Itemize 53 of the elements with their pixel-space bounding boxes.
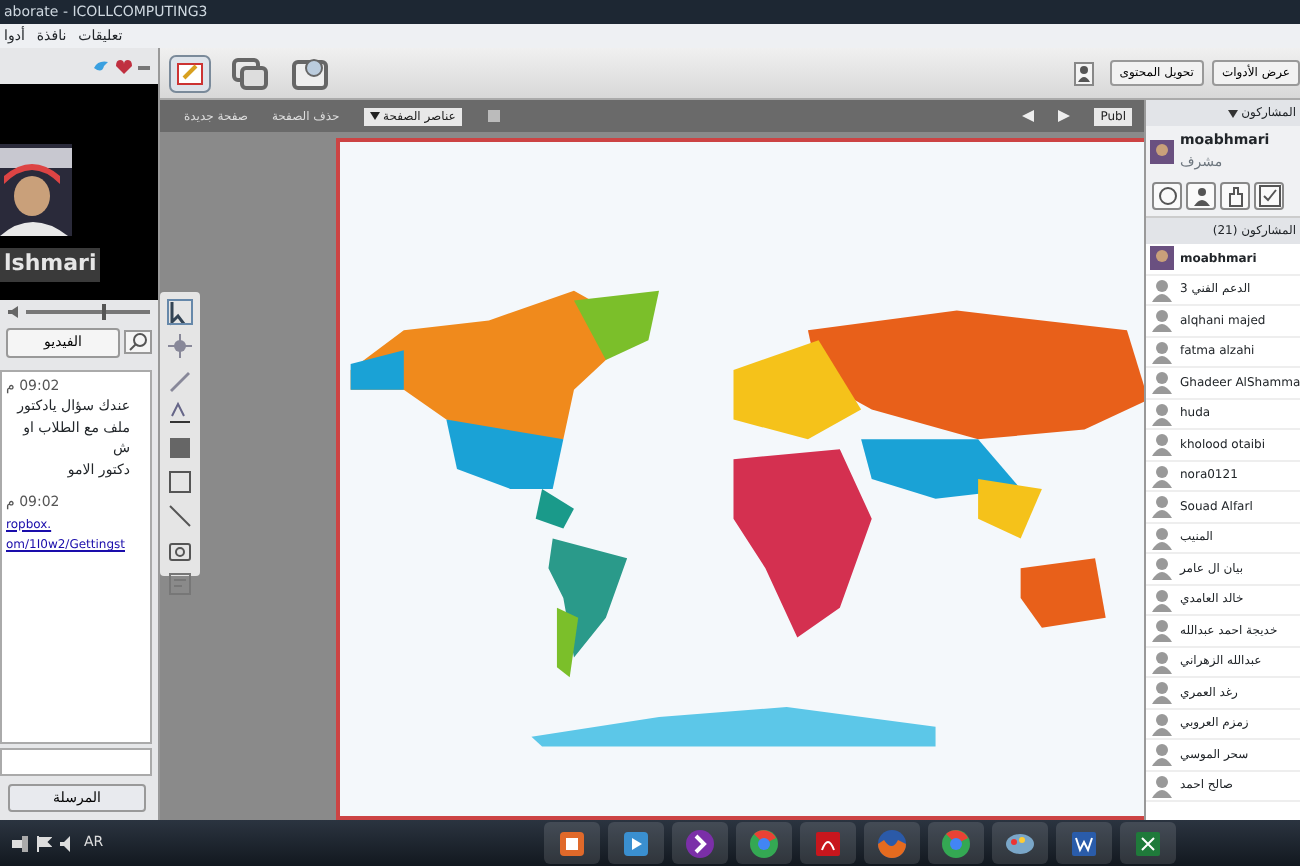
- caret-icon: [369, 112, 380, 120]
- clipboard-icon[interactable]: [166, 570, 194, 598]
- emoticon-button[interactable]: [1152, 182, 1182, 210]
- avatar-icon: [1150, 139, 1174, 163]
- person-icon: [1150, 649, 1174, 674]
- caret-icon[interactable]: [1227, 109, 1238, 117]
- next-icon[interactable]: [1058, 110, 1071, 122]
- select-icon[interactable]: [166, 298, 194, 326]
- person-icon: [1150, 618, 1174, 643]
- volume-icon[interactable]: [60, 835, 76, 851]
- person-icon[interactable]: [1073, 61, 1094, 85]
- chat-input[interactable]: [0, 747, 152, 775]
- flag-icon[interactable]: [36, 835, 52, 851]
- taskbar-app-button[interactable]: [1119, 822, 1176, 864]
- person-icon: [1150, 587, 1174, 612]
- taskbar-app-button[interactable]: [607, 822, 664, 864]
- check-button[interactable]: [1254, 182, 1284, 210]
- speaker-icon: [8, 306, 20, 318]
- person-icon: [1150, 494, 1174, 519]
- line-icon[interactable]: [166, 502, 194, 530]
- taskbar-app-button[interactable]: [1055, 822, 1112, 864]
- rectangle-icon[interactable]: [166, 468, 194, 496]
- text-icon[interactable]: [166, 400, 194, 428]
- minimize-icon[interactable]: [138, 60, 150, 72]
- person-icon: [1150, 463, 1174, 488]
- windows-icon[interactable]: [228, 53, 272, 93]
- avatar-icon: [1150, 246, 1174, 271]
- person-icon: [1150, 773, 1174, 798]
- slider-thumb[interactable]: [102, 304, 107, 320]
- taskbar-app-button[interactable]: [543, 822, 600, 864]
- video-name-label: lshmari: [0, 248, 101, 281]
- person-icon: [1150, 370, 1174, 395]
- filled-rectangle-icon[interactable]: [166, 434, 194, 462]
- person-icon: [1150, 525, 1174, 550]
- whiteboard-icon[interactable]: [168, 53, 212, 93]
- zoom-icon[interactable]: [124, 330, 152, 355]
- person-icon: [1150, 339, 1174, 364]
- person-icon: [1150, 401, 1174, 426]
- taskbar-app-button[interactable]: [671, 822, 728, 864]
- heart-icon[interactable]: [116, 59, 132, 73]
- network-icon[interactable]: [12, 835, 28, 851]
- person-icon: [1150, 680, 1174, 705]
- person-icon: [1150, 556, 1174, 581]
- hand-button[interactable]: [1220, 182, 1250, 210]
- person-button[interactable]: [1186, 182, 1216, 210]
- person-icon: [1150, 308, 1174, 333]
- person-icon: [1150, 432, 1174, 457]
- person-icon: [1150, 742, 1174, 767]
- share-icon[interactable]: [288, 53, 332, 93]
- previous-icon[interactable]: [1022, 110, 1035, 122]
- person-icon: [1150, 277, 1174, 302]
- person-icon: [1150, 711, 1174, 736]
- page-icon[interactable]: [485, 108, 502, 124]
